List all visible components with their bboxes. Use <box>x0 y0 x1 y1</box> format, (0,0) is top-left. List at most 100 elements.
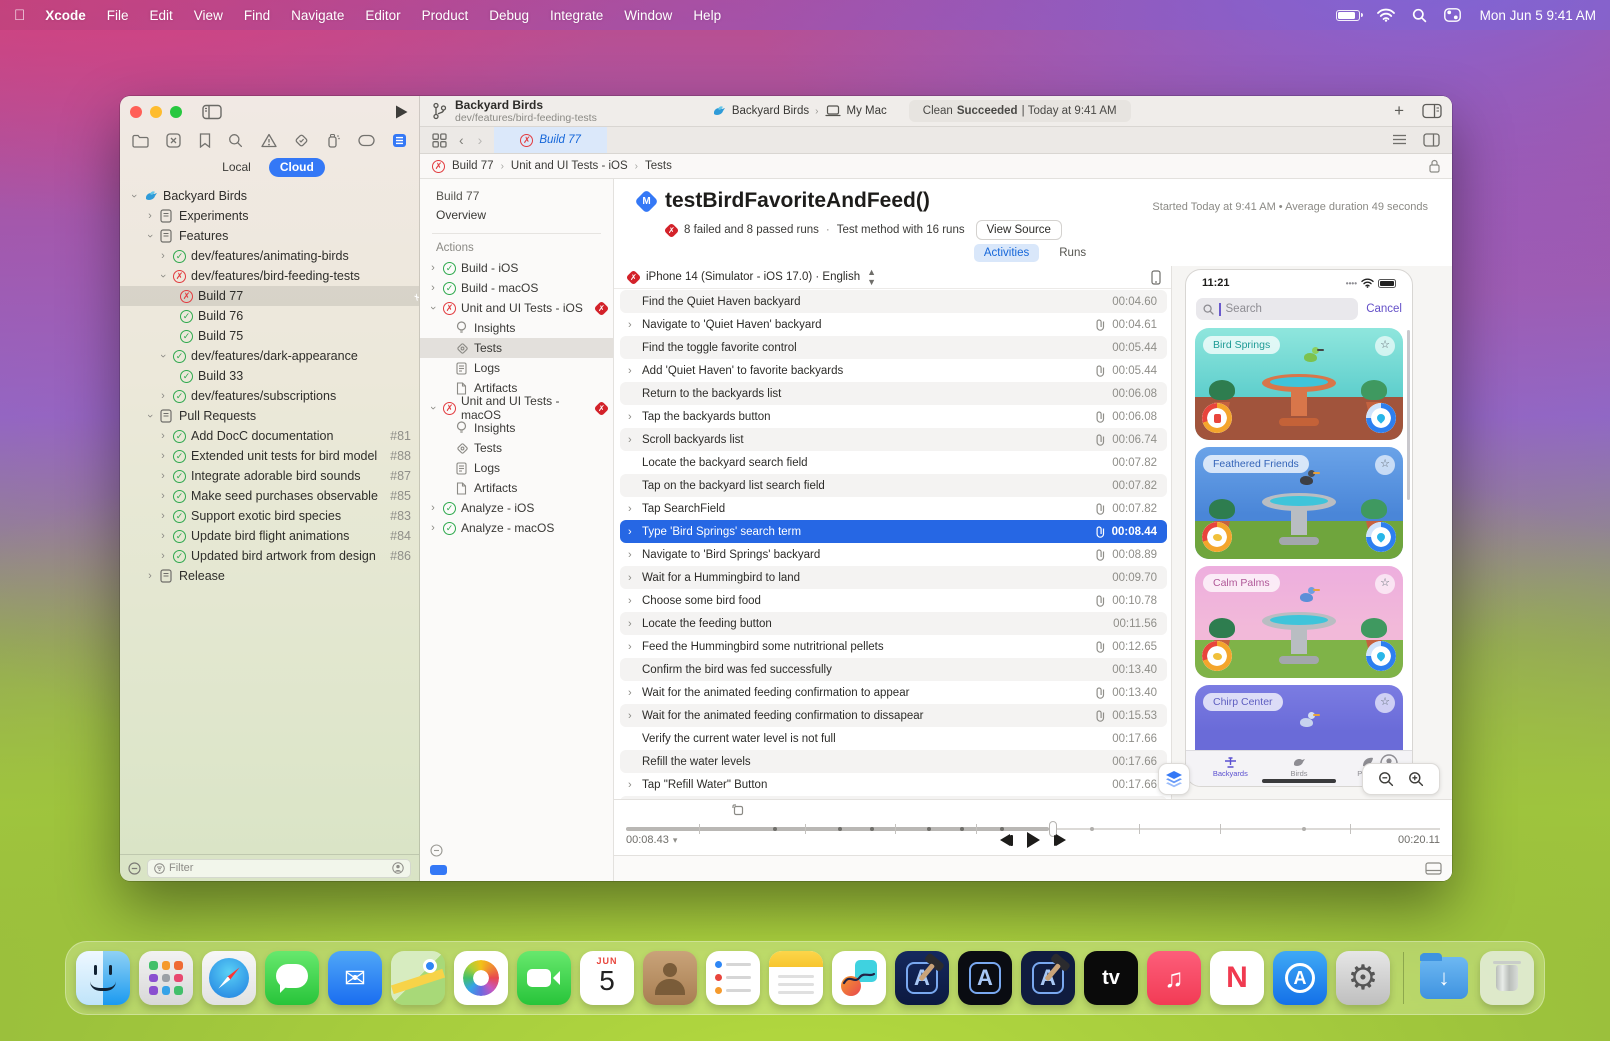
tree-item-pr[interactable]: ›✓Support exotic bird species#83 <box>120 506 419 526</box>
dock-trash[interactable] <box>1480 951 1534 1005</box>
filter-input[interactable]: Filter <box>147 859 411 878</box>
list-view-icon[interactable] <box>1392 133 1407 146</box>
find-navigator-icon[interactable] <box>228 133 243 148</box>
activity-row[interactable]: ›Tap "Refill Water" Button00:17.66 <box>620 773 1167 796</box>
dock-facetime[interactable] <box>517 951 571 1005</box>
activity-row[interactable]: ›Wait for the animated feeding confirmat… <box>620 681 1167 704</box>
dock-safari[interactable] <box>202 951 256 1005</box>
dock-photos[interactable] <box>454 951 508 1005</box>
editor-options-icon[interactable] <box>1422 103 1442 119</box>
tree-item-project[interactable]: ›Backyard Birds <box>120 186 419 206</box>
backyard-card-bird-springs[interactable]: Bird Springs ☆ <box>1195 328 1403 440</box>
activity-row[interactable]: Refill the water levels00:17.66 <box>620 750 1167 773</box>
activity-row[interactable]: ›Add 'Quiet Haven' to favorite backyards… <box>620 359 1167 382</box>
zoom-out-icon[interactable] <box>1378 771 1394 787</box>
menu-find[interactable]: Find <box>244 8 270 23</box>
action-analyze-macos[interactable]: ›✓Analyze - macOS <box>420 518 613 538</box>
scheme-selector[interactable]: Backyard Birds › My Mac <box>712 105 887 117</box>
dock-messages[interactable] <box>265 951 319 1005</box>
zoom-in-icon[interactable] <box>1408 771 1424 787</box>
tree-item-branch[interactable]: ›✓dev/features/animating-birds <box>120 246 419 266</box>
activity-row[interactable]: Tap on the backyard list search field00:… <box>620 474 1167 497</box>
toolbar-project-branch[interactable]: dev/features/bird-feeding-tests <box>455 112 597 124</box>
dash-circle-icon[interactable] <box>128 862 141 875</box>
tree-item-pr[interactable]: ›✓Integrate adorable bird sounds#87 <box>120 466 419 486</box>
action-tests-macos[interactable]: ›✗Unit and UI Tests - macOS <box>420 398 613 418</box>
close-window-button[interactable] <box>130 106 142 118</box>
sim-scrollbar[interactable] <box>1407 330 1410 500</box>
tree-item-pull-requests[interactable]: ›Pull Requests <box>120 406 419 426</box>
menu-editor[interactable]: Editor <box>365 8 400 23</box>
test-navigator-icon[interactable] <box>294 133 309 148</box>
overview-grid-icon[interactable] <box>420 133 447 148</box>
menu-integrate[interactable]: Integrate <box>550 8 603 23</box>
menu-product[interactable]: Product <box>422 8 469 23</box>
jumpbar-build[interactable]: Build 77 <box>452 160 494 172</box>
step-backward-button[interactable] <box>1000 834 1013 846</box>
dock-launchpad[interactable] <box>139 951 193 1005</box>
tree-item-branch[interactable]: ›✗dev/features/bird-feeding-tests <box>120 266 419 286</box>
dock-music[interactable]: ♫ <box>1147 951 1201 1005</box>
sim-tab-birds[interactable]: Birds <box>1265 755 1334 778</box>
view-hierarchy-button[interactable] <box>1158 763 1190 795</box>
tree-item-experiments[interactable]: ›Experiments <box>120 206 419 226</box>
dock-app-store[interactable]: A <box>1273 951 1327 1005</box>
tree-item-build-76[interactable]: ✓Build 76 <box>120 306 419 326</box>
activity-row[interactable]: Find the Quiet Haven backyard00:04.60 <box>620 290 1167 313</box>
action-build-ios[interactable]: ›✓Build - iOS <box>420 258 613 278</box>
dock-xcode-tools[interactable]: A <box>1021 951 1075 1005</box>
dock-system-settings[interactable]: ⚙ <box>1336 951 1390 1005</box>
jumpbar-tests[interactable]: Tests <box>645 160 672 172</box>
menu-window[interactable]: Window <box>624 8 672 23</box>
debug-navigator-icon[interactable] <box>326 133 340 148</box>
activity-status[interactable]: CleanSucceeded| Today at 9:41 AM <box>909 100 1131 122</box>
menu-xcode[interactable]: Xcode <box>45 8 86 23</box>
dock-xcode[interactable]: A <box>895 951 949 1005</box>
tests-ios-insights[interactable]: Insights <box>420 318 613 338</box>
favorite-star-icon[interactable]: ☆ <box>1375 455 1395 475</box>
tree-item-pr[interactable]: ›✓Add DocC documentation#81 <box>120 426 419 446</box>
tree-item-build-77[interactable]: ✗Build 77 <box>120 286 419 306</box>
menu-debug[interactable]: Debug <box>489 8 529 23</box>
issue-navigator-icon[interactable] <box>261 133 277 148</box>
dock-freeform[interactable] <box>832 951 886 1005</box>
activity-row[interactable]: ›Navigate to 'Bird Springs' backyard00:0… <box>620 543 1167 566</box>
jumpbar-action[interactable]: Unit and UI Tests - iOS <box>511 160 628 172</box>
activity-row[interactable]: ›Locate the feeding button00:11.56 <box>620 612 1167 635</box>
project-navigator-icon[interactable] <box>132 134 149 148</box>
action-tests-ios[interactable]: ›✗Unit and UI Tests - iOS <box>420 298 613 318</box>
tree-item-pr[interactable]: ›✓Update bird flight animations#84 <box>120 526 419 546</box>
menu-clock[interactable]: Mon Jun 5 9:41 AM <box>1480 8 1596 23</box>
sim-tab-backyards[interactable]: Backyards <box>1196 755 1265 778</box>
backyard-card-chirp-center[interactable]: Chirp Center ☆ <box>1195 685 1403 750</box>
activity-row-selected[interactable]: ›Type 'Bird Springs' search term00:08.44 <box>620 520 1167 543</box>
backyard-card-calm-palms[interactable]: Calm Palms ☆ <box>1195 566 1403 678</box>
tests-macos-tests[interactable]: Tests <box>420 438 613 458</box>
activity-row[interactable]: Verify the current water level is not fu… <box>620 727 1167 750</box>
tree-item-pr[interactable]: ›✓Make seed purchases observable#85 <box>120 486 419 506</box>
action-build-macos[interactable]: ›✓Build - macOS <box>420 278 613 298</box>
tab-runs[interactable]: Runs <box>1053 244 1092 262</box>
activity-row[interactable]: ›Scroll backyards list00:06.74 <box>620 428 1167 451</box>
zoom-window-button[interactable] <box>170 106 182 118</box>
menu-view[interactable]: View <box>194 8 223 23</box>
favorite-star-icon[interactable]: ☆ <box>1375 693 1395 713</box>
overview-item[interactable]: Overview <box>420 205 613 225</box>
activity-row[interactable]: Confirm the bird was fed successfully00:… <box>620 658 1167 681</box>
apple-menu-icon[interactable]:  <box>14 7 25 24</box>
favorite-star-icon[interactable]: ☆ <box>1375 574 1395 594</box>
tree-item-features[interactable]: ›Features <box>120 226 419 246</box>
person-filter-icon[interactable] <box>392 862 404 874</box>
dock-finder[interactable] <box>76 951 130 1005</box>
activity-row[interactable]: Return to the backyards list00:06.08 <box>620 382 1167 405</box>
menu-edit[interactable]: Edit <box>150 8 173 23</box>
tab-activities[interactable]: Activities <box>974 244 1039 262</box>
tree-item-pr[interactable]: ›✓Updated bird artwork from design#86 <box>120 546 419 566</box>
scope-local-button[interactable]: Local <box>214 158 259 176</box>
tree-item-branch[interactable]: ›✓dev/features/dark-appearance <box>120 346 419 366</box>
favorite-star-icon[interactable]: ☆ <box>1375 336 1395 356</box>
dock-maps[interactable] <box>391 951 445 1005</box>
dock-news[interactable]: N <box>1210 951 1264 1005</box>
tests-ios-logs[interactable]: Logs <box>420 358 613 378</box>
dock-notes[interactable] <box>769 951 823 1005</box>
